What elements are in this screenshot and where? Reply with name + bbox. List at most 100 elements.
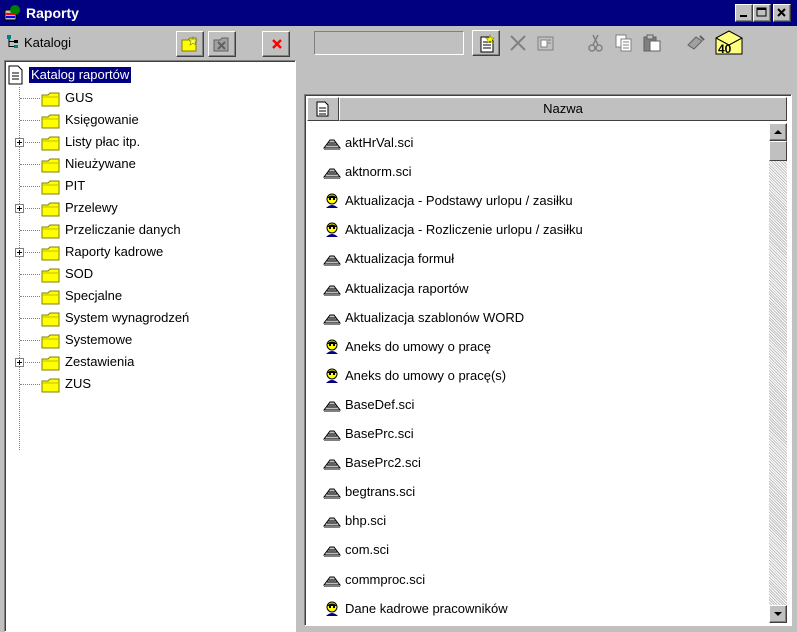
- list-item[interactable]: BaseDef.sci: [323, 393, 763, 417]
- close-panel-icon: [272, 39, 282, 49]
- script-icon: [323, 546, 341, 557]
- title-bar[interactable]: Raporty: [0, 0, 797, 26]
- header-icon-column[interactable]: [307, 97, 339, 121]
- tree-item[interactable]: GUS: [5, 88, 285, 110]
- script-icon: [323, 139, 341, 150]
- expand-icon[interactable]: [15, 204, 24, 213]
- tree-item[interactable]: Przelewy: [5, 198, 285, 220]
- window-title: Raporty: [26, 5, 79, 21]
- svg-text:40: 40: [718, 42, 732, 56]
- list-item[interactable]: BasePrc.sci: [323, 422, 763, 446]
- maximize-icon: [756, 7, 767, 17]
- tree-item-label: Przeliczanie danych: [65, 222, 181, 237]
- list-item[interactable]: begtrans.sci: [323, 480, 763, 504]
- new-folder-icon: [181, 36, 198, 52]
- list-item[interactable]: aktnorm.sci: [323, 160, 763, 184]
- properties-button[interactable]: [532, 30, 560, 56]
- minimize-icon: [740, 15, 747, 17]
- close-icon: [777, 8, 786, 17]
- script-icon: [323, 430, 341, 441]
- tree-item[interactable]: SOD: [5, 264, 285, 286]
- header-name-column[interactable]: Nazwa: [339, 97, 787, 121]
- list-item[interactable]: com.sci: [323, 538, 763, 562]
- catalogs-label: Katalogi: [24, 35, 71, 50]
- copy-icon: [615, 34, 632, 52]
- report-combo[interactable]: [314, 31, 464, 55]
- tree-branch: [20, 274, 40, 275]
- list-item-label: Aktualizacja formuł: [345, 251, 455, 266]
- person-report-icon: [326, 222, 338, 237]
- scroll-down-button[interactable]: [769, 605, 787, 623]
- tree-item-label: Nieużywane: [65, 156, 136, 171]
- tree-item[interactable]: Księgowanie: [5, 110, 285, 132]
- list-item[interactable]: Aktualizacja formuł: [323, 247, 763, 271]
- list-item[interactable]: Dane kadrowe pracowników: [323, 597, 763, 621]
- tree-item-label: Zestawienia: [65, 354, 135, 369]
- folder-icon: [41, 246, 60, 261]
- tree-item[interactable]: Systemowe: [5, 330, 285, 352]
- cut-button[interactable]: [582, 30, 610, 56]
- folder-icon: [41, 224, 60, 239]
- catalog-tree[interactable]: Katalog raportów GUS Księgowanie Listy pła…: [4, 60, 296, 632]
- expand-icon[interactable]: [15, 248, 24, 257]
- expand-icon[interactable]: [15, 138, 24, 147]
- list-item[interactable]: Aktualizacja - Podstawy urlopu / zasiłku: [323, 189, 763, 213]
- close-button[interactable]: [773, 4, 791, 22]
- tree-item[interactable]: Specjalne: [5, 286, 285, 308]
- vertical-scrollbar[interactable]: [769, 123, 787, 623]
- tree-item[interactable]: Listy płac itp.: [5, 132, 285, 154]
- script-icon: [323, 488, 341, 499]
- list-item[interactable]: bhp.sci: [323, 509, 763, 533]
- tree-branch: [20, 98, 40, 99]
- tree-item[interactable]: Zestawienia: [5, 352, 285, 374]
- reports-list[interactable]: Nazwa aktHrVal.sci aktnorm.sci Aktualizacj…: [304, 94, 792, 626]
- tree-item-label: System wynagrodzeń: [65, 310, 190, 325]
- folder-icon: [41, 312, 60, 327]
- script-icon: [323, 576, 341, 587]
- new-report-button[interactable]: [472, 30, 500, 56]
- tree-item[interactable]: PIT: [5, 176, 285, 198]
- list-item[interactable]: Aneks do umowy o pracę(s): [323, 364, 763, 388]
- new-folder-button[interactable]: [176, 31, 204, 57]
- list-item[interactable]: Aktualizacja - Rozliczenie urlopu / zasi…: [323, 218, 763, 242]
- list-item-label: Dane kadrowe pracowników: [345, 601, 508, 616]
- list-item-label: com.sci: [345, 542, 390, 557]
- edit-button[interactable]: [682, 30, 710, 56]
- expand-icon[interactable]: [15, 358, 24, 367]
- list-item[interactable]: aktHrVal.sci: [323, 131, 763, 155]
- scroll-thumb[interactable]: [769, 141, 787, 161]
- list-item[interactable]: BasePrc2.sci: [323, 451, 763, 475]
- person-report-icon: [326, 601, 338, 616]
- pit-40-button[interactable]: 40: [712, 28, 748, 58]
- minimize-button[interactable]: [735, 4, 753, 22]
- person-report-icon: [326, 339, 338, 354]
- list-item[interactable]: Aktualizacja raportów: [323, 277, 763, 301]
- list-item[interactable]: Aktualizacja szablonów WORD: [323, 306, 763, 330]
- tree-item-label: Systemowe: [65, 332, 133, 347]
- paste-button[interactable]: [638, 30, 666, 56]
- delete-button[interactable]: [504, 30, 532, 56]
- tree-item[interactable]: Przeliczanie danych: [5, 220, 285, 242]
- maximize-button[interactable]: [753, 4, 771, 22]
- close-panel-button[interactable]: [262, 31, 290, 57]
- list-item-label: aktnorm.sci: [345, 164, 412, 179]
- tree-item[interactable]: System wynagrodzeń: [5, 308, 285, 330]
- raporty-window: Raporty Katalogi 40 Katalog raportów GUS…: [0, 0, 797, 632]
- scroll-up-button[interactable]: [769, 123, 787, 141]
- tree-root[interactable]: Katalog raportów: [5, 65, 285, 87]
- tree-item-label: Przelewy: [65, 200, 118, 215]
- tree-item[interactable]: Raporty kadrowe: [5, 242, 285, 264]
- list-item[interactable]: commproc.sci: [323, 568, 763, 592]
- folder-icon: [41, 202, 60, 217]
- delete-folder-button[interactable]: [208, 31, 236, 57]
- tree-item-label: Specjalne: [65, 288, 123, 303]
- folder-icon: [41, 92, 60, 107]
- cut-icon: [588, 34, 603, 52]
- copy-button[interactable]: [610, 30, 638, 56]
- list-item-label: Aktualizacja raportów: [345, 281, 469, 296]
- tree-item[interactable]: ZUS: [5, 374, 285, 396]
- reports-toolbar: 40: [300, 26, 797, 60]
- list-item[interactable]: Aneks do umowy o pracę: [323, 335, 763, 359]
- tree-item-label: SOD: [65, 266, 94, 281]
- tree-item[interactable]: Nieużywane: [5, 154, 285, 176]
